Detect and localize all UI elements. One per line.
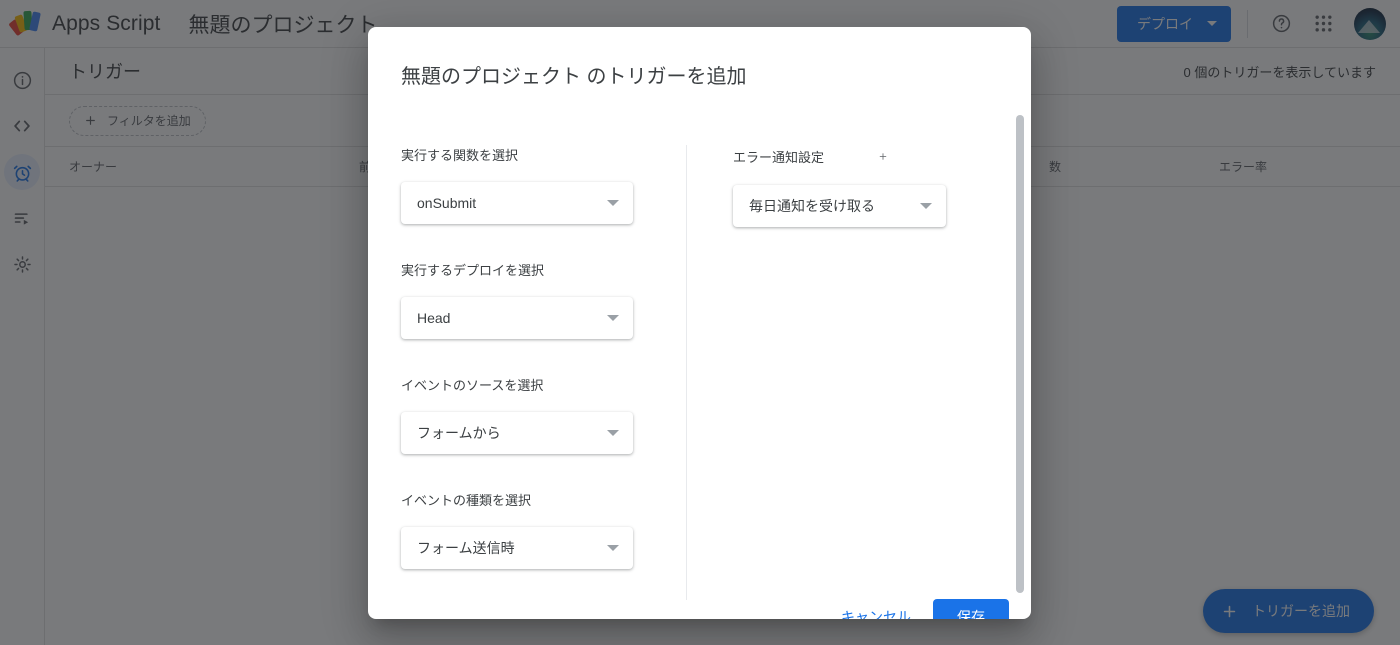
function-select-group: 実行する関数を選択 onSubmit	[401, 145, 686, 224]
event-type-select-group: イベントの種類を選択 フォーム送信時	[401, 490, 686, 569]
error-notification-value: 毎日通知を受け取る	[749, 198, 875, 214]
chevron-down-icon	[607, 200, 619, 206]
save-button[interactable]: 保存	[933, 599, 1009, 619]
error-notification-label: エラー通知設定	[733, 149, 825, 165]
function-select[interactable]: onSubmit	[401, 182, 633, 224]
chevron-down-icon	[607, 545, 619, 551]
add-trigger-dialog: 無題のプロジェクト のトリガーを追加 実行する関数を選択 onSubmit 実行…	[368, 27, 1031, 619]
event-source-select[interactable]: フォームから	[401, 412, 633, 454]
deployment-select-label: 実行するデプロイを選択	[401, 263, 545, 278]
dialog-scrollbar[interactable]	[1016, 115, 1024, 593]
function-select-label: 実行する関数を選択	[401, 148, 519, 163]
dialog-body: 実行する関数を選択 onSubmit 実行するデプロイを選択 Head イベント…	[368, 115, 1031, 619]
error-notification-header: エラー通知設定	[733, 145, 1031, 167]
deployment-select[interactable]: Head	[401, 297, 633, 339]
chevron-down-icon	[920, 203, 932, 209]
deployment-select-group: 実行するデプロイを選択 Head	[401, 260, 686, 339]
error-notification-column: エラー通知設定 毎日通知を受け取る	[687, 115, 1031, 619]
function-select-value: onSubmit	[417, 195, 477, 211]
deployment-select-value: Head	[417, 310, 451, 326]
event-source-select-group: イベントのソースを選択 フォームから	[401, 375, 686, 454]
event-type-select-label: イベントの種類を選択	[401, 493, 532, 508]
event-source-select-label: イベントのソースを選択	[401, 378, 544, 393]
cancel-button[interactable]: キャンセル	[833, 598, 919, 619]
event-type-select-value: フォーム送信時	[417, 540, 515, 556]
error-notification-select[interactable]: 毎日通知を受け取る	[733, 185, 946, 227]
chevron-down-icon	[607, 315, 619, 321]
chevron-down-icon	[607, 430, 619, 436]
dialog-actions: キャンセル 保存	[833, 598, 1009, 619]
trigger-config-column: 実行する関数を選択 onSubmit 実行するデプロイを選択 Head イベント…	[368, 115, 686, 619]
event-source-select-value: フォームから	[417, 425, 501, 441]
dialog-title: 無題のプロジェクト のトリガーを追加	[401, 66, 747, 88]
event-type-select[interactable]: フォーム送信時	[401, 527, 633, 569]
plus-icon	[879, 152, 887, 160]
add-notification-button[interactable]	[872, 145, 894, 167]
